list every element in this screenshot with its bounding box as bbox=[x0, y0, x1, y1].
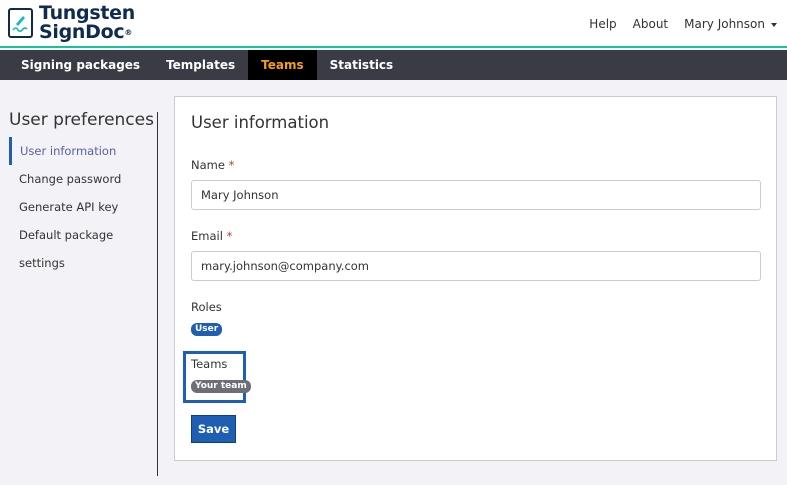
required-marker: * bbox=[226, 229, 233, 243]
name-label: Name * bbox=[191, 158, 234, 172]
user-menu[interactable]: Mary Johnson bbox=[684, 17, 777, 31]
sidebar-divider bbox=[157, 112, 158, 476]
about-link[interactable]: About bbox=[633, 17, 668, 31]
team-badge: Your team bbox=[191, 380, 251, 393]
nav-signing-packages[interactable]: Signing packages bbox=[8, 50, 153, 80]
user-information-card: User information Name * Email * Roles Us… bbox=[174, 96, 777, 461]
nav-statistics[interactable]: Statistics bbox=[317, 50, 407, 80]
email-label-text: Email bbox=[191, 229, 223, 243]
user-name: Mary Johnson bbox=[684, 17, 765, 31]
roles-label: Roles bbox=[191, 300, 222, 314]
sidebar-item-change-password[interactable]: Change password bbox=[9, 165, 157, 193]
sidebar-title: User preferences bbox=[9, 110, 154, 130]
name-input[interactable] bbox=[191, 180, 761, 210]
save-button[interactable]: Save bbox=[191, 415, 236, 443]
card-title: User information bbox=[191, 113, 330, 132]
app-header: Tungsten SignDoc® Help About Mary Johnson bbox=[0, 0, 787, 48]
sidebar-item-generate-api-key[interactable]: Generate API key bbox=[9, 193, 157, 221]
name-label-text: Name bbox=[191, 158, 225, 172]
main-nav: Signing packages Templates Teams Statist… bbox=[0, 50, 787, 80]
brand-reg: ® bbox=[124, 28, 133, 37]
brand-line2: SignDoc bbox=[39, 21, 125, 43]
nav-teams[interactable]: Teams bbox=[248, 50, 317, 80]
teams-label: Teams bbox=[191, 357, 228, 371]
sidebar: User information Change password Generat… bbox=[9, 137, 157, 270]
logo[interactable]: Tungsten SignDoc® bbox=[8, 4, 135, 42]
email-input[interactable] bbox=[191, 251, 761, 281]
email-label: Email * bbox=[191, 229, 232, 243]
role-badge: User bbox=[191, 323, 223, 336]
sidebar-item-default-package-settings[interactable]: Default package settings bbox=[9, 221, 157, 270]
sidebar-item-user-information[interactable]: User information bbox=[9, 137, 157, 165]
required-marker: * bbox=[228, 158, 235, 172]
help-link[interactable]: Help bbox=[589, 17, 616, 31]
nav-templates[interactable]: Templates bbox=[153, 50, 248, 80]
sign-pen-icon bbox=[8, 8, 33, 38]
caret-down-icon bbox=[771, 22, 777, 27]
